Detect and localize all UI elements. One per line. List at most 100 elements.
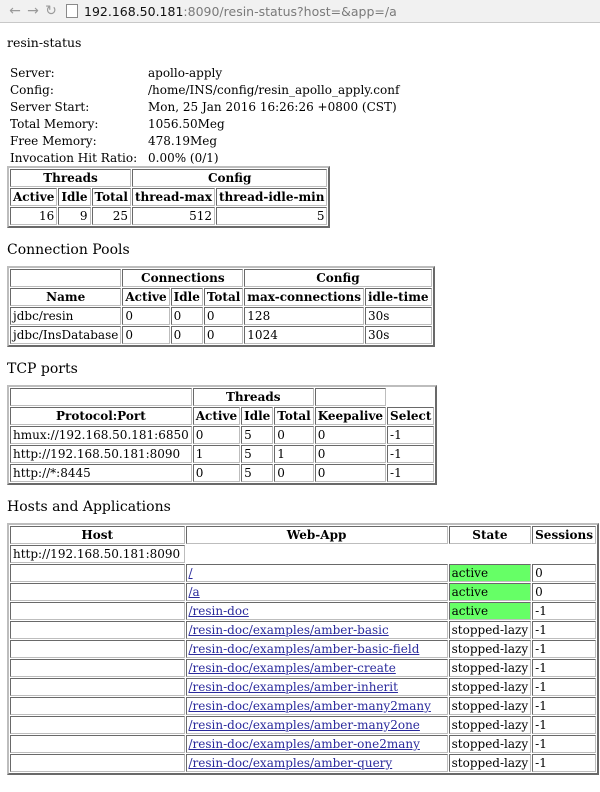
sessions-cell: 0 [532,583,596,601]
column-header: Idle [58,188,91,206]
sessions-cell: -1 [532,754,596,772]
state-cell: stopped-lazy [448,659,532,677]
empty-cell [186,545,597,563]
back-arrow-icon[interactable]: ← [6,2,24,20]
table-cell: 0 [203,326,244,344]
state-cell: active [448,564,532,582]
webapp-cell: /resin-doc/examples/amber-query [185,754,448,772]
webapp-link[interactable]: /resin-doc/examples/amber-create [189,661,396,675]
empty-cell [10,602,185,620]
state-cell: active [448,583,532,601]
table-cell: jdbc/resin [10,307,122,325]
info-label: Invocation Hit Ratio: [10,150,138,165]
info-value: /home/INS/config/resin_apollo_apply.conf [148,82,400,97]
connections-group-header: Connections [122,269,244,287]
table-cell: 0 [192,426,241,444]
table-cell: 30s [364,326,432,344]
tcp-ports-table: Threads Protocol:Port Active Idle Total … [7,385,438,485]
webapp-link[interactable]: / [189,566,193,580]
webapp-row: /resin-doc/examples/amber-query stopped-l… [10,754,596,772]
state-cell: active [448,602,532,620]
webapp-row: /resin-doc active -1 [10,602,596,620]
table-cell: 0 [203,307,244,325]
column-header: Total [91,188,131,206]
connection-pools-table: Connections Config Name Active Idle Tota… [7,266,435,347]
webapp-row: /resin-doc/examples/amber-basic stopped-l… [10,621,596,639]
table-cell: 5 [215,207,328,225]
host-name: http://192.168.50.181:8090 [10,545,185,563]
webapp-cell: /resin-doc/examples/amber-create [185,659,448,677]
webapp-cell: /resin-doc/examples/amber-many2many [185,697,448,715]
table-cell: 128 [244,307,364,325]
reload-icon[interactable]: ↻ [42,2,60,20]
column-header: Idle [170,288,203,306]
config-group-header: Config [244,269,432,287]
table-cell: 5 [241,464,274,482]
table-cell: 0 [314,464,387,482]
sessions-cell: -1 [532,678,596,696]
page-title: resin-status [7,35,82,50]
table-cell: -1 [387,464,435,482]
state-cell: stopped-lazy [448,621,532,639]
table-cell: 0 [274,426,314,444]
empty-cell [10,583,185,601]
table-row: jdbc/InsDatabase 0 0 0 1024 30s [10,326,432,344]
server-info-table: Server: apollo-apply Config: /home/INS/con… [8,64,401,166]
forward-arrow-icon[interactable]: → [24,2,42,20]
column-header: Total [203,288,244,306]
column-header: Keepalive [314,407,387,425]
webapp-cell: /resin-doc/examples/amber-basic-field [185,640,448,658]
table-cell: 1024 [244,326,364,344]
webapp-link[interactable]: /resin-doc/examples/amber-basic-field [189,642,420,656]
webapp-row: /resin-doc/examples/amber-many2one stoppe… [10,716,596,734]
config-group-header: Config [131,169,328,187]
empty-cell [10,678,185,696]
table-cell: hmux://192.168.50.181:6850 [10,426,192,444]
webapp-link[interactable]: /resin-doc/examples/amber-many2many [189,699,431,713]
info-value: apollo-apply [148,65,223,80]
sessions-cell: -1 [532,640,596,658]
webapp-link[interactable]: /resin-doc/examples/amber-basic [189,623,389,637]
webapp-cell: /resin-doc/examples/amber-one2many [185,735,448,753]
info-value: 478.19Meg [148,133,218,148]
webapp-row: /resin-doc/examples/amber-create stopped-… [10,659,596,677]
sessions-cell: -1 [532,735,596,753]
empty-cell [10,640,185,658]
state-cell: stopped-lazy [448,640,532,658]
empty-header [10,269,122,287]
table-row: http://192.168.50.181:8090 1 5 1 0 -1 [10,445,435,463]
apps-list: / active 0/a active 0/resin-doc active -1/resi… [10,564,596,772]
column-header: Total [274,407,314,425]
webapp-row: /resin-doc/examples/amber-inherit stopped… [10,678,596,696]
url-path: :8090/resin-status?host=&app=/a [183,3,397,19]
table-cell: 16 [10,207,58,225]
empty-cell [10,716,185,734]
webapp-link[interactable]: /resin-doc [189,604,249,618]
table-cell: 0 [192,464,241,482]
address-bar[interactable]: 192.168.50.181:8090/resin-status?host=&a… [66,2,397,20]
empty-cell [10,564,185,582]
webapp-link[interactable]: /resin-doc/examples/amber-many2one [189,718,420,732]
table-cell: http://192.168.50.181:8090 [10,445,192,463]
table-cell: 0 [122,326,170,344]
info-label: Server Start: [10,99,90,114]
sessions-cell: 0 [532,564,596,582]
table-cell: 512 [131,207,215,225]
table-cell: -1 [387,445,435,463]
table-row: hmux://192.168.50.181:6850 0 5 0 0 -1 [10,426,435,444]
webapp-link[interactable]: /resin-doc/examples/amber-inherit [189,680,398,694]
webapp-link[interactable]: /a [189,585,200,599]
info-label: Total Memory: [10,116,99,131]
state-cell: stopped-lazy [448,754,532,772]
info-label: Free Memory: [10,133,97,148]
table-cell: 5 [241,445,274,463]
webapp-cell: /resin-doc/examples/amber-many2one [185,716,448,734]
table-cell: 30s [364,307,432,325]
webapp-link[interactable]: /resin-doc/examples/amber-one2many [189,737,420,751]
table-cell: 0 [170,307,203,325]
browser-toolbar: ← → ↻ 192.168.50.181:8090/resin-status?h… [0,0,600,23]
column-header: Sessions [532,526,596,544]
empty-cell [10,659,185,677]
webapp-link[interactable]: /resin-doc/examples/amber-query [189,756,393,770]
threads-table: Threads Config Active Idle Total thread-… [7,166,331,228]
